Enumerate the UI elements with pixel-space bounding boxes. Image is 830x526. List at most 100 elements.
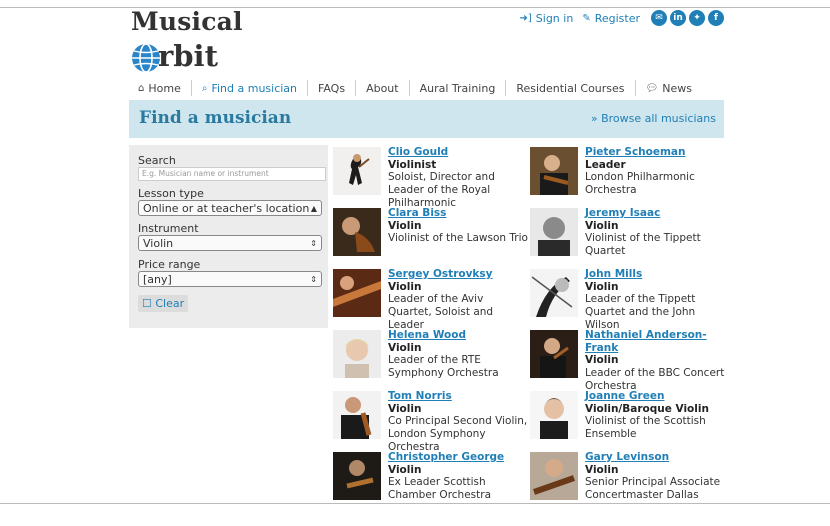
musician-photo[interactable] bbox=[333, 452, 381, 500]
musician-description: Senior Principal Associate Concertmaster… bbox=[585, 476, 721, 502]
main-nav: ⌂ Home ⌕ Find a musician FAQs About Aura… bbox=[138, 79, 702, 97]
linkedin-icon[interactable]: in bbox=[670, 10, 686, 26]
musician-description: Leader of the Aviv Quartet, Soloist and … bbox=[388, 293, 494, 331]
logo-text-line2: rbit bbox=[158, 39, 218, 73]
musician-photo[interactable] bbox=[530, 208, 578, 256]
musician-instrument: Violin bbox=[585, 463, 619, 476]
browse-all-link[interactable]: » Browse all musicians bbox=[591, 112, 716, 125]
musician-card[interactable]: Pieter Schoeman Leader London Philharmon… bbox=[530, 146, 720, 205]
musician-photo[interactable] bbox=[333, 269, 381, 317]
lesson-type-value: Online or at teacher's location bbox=[143, 202, 310, 215]
email-icon[interactable]: ✉ bbox=[651, 10, 667, 26]
sign-in-link[interactable]: Sign in bbox=[536, 12, 574, 25]
musician-photo[interactable] bbox=[333, 330, 381, 378]
nav-item-find-a-musician[interactable]: ⌕ Find a musician bbox=[192, 80, 309, 96]
musician-name-link[interactable]: Gary Levinson bbox=[585, 451, 725, 464]
register-link[interactable]: Register bbox=[595, 12, 640, 25]
musician-card[interactable]: Tom Norris Violin Co Principal Second Vi… bbox=[333, 390, 527, 453]
musician-instrument: Violin bbox=[585, 219, 619, 232]
musician-photo[interactable] bbox=[333, 147, 381, 195]
nav-item-aural-training[interactable]: Aural Training bbox=[410, 80, 507, 96]
select-arrows-icon: ⇕ bbox=[310, 239, 317, 248]
price-range-label: Price range bbox=[138, 258, 201, 271]
musician-card[interactable]: Helena Wood Violin Leader of the RTE Sym… bbox=[333, 329, 523, 388]
comments-icon: 💬︎ bbox=[645, 82, 659, 94]
musician-instrument: Violinist bbox=[388, 158, 437, 171]
musician-name-link[interactable]: Jeremy Isaac bbox=[585, 207, 725, 220]
price-range-value: [any] bbox=[143, 273, 172, 286]
musician-description: Co Principal Second Violin, London Symph… bbox=[388, 415, 528, 453]
price-range-select[interactable]: [any] ⇕ bbox=[138, 271, 322, 287]
nav-label: News bbox=[662, 81, 692, 95]
nav-label: Home bbox=[148, 81, 181, 95]
musician-photo[interactable] bbox=[333, 208, 381, 256]
search-icon: ⌕ bbox=[201, 82, 208, 94]
musician-photo[interactable] bbox=[333, 391, 381, 439]
nav-label: Aural Training bbox=[419, 81, 496, 95]
musician-photo[interactable] bbox=[530, 330, 578, 378]
nav-label: About bbox=[366, 81, 399, 95]
globe-icon bbox=[132, 43, 160, 73]
musician-name-link[interactable]: Christopher George bbox=[388, 451, 528, 464]
musician-description: Ex Leader Scottish Chamber Orchestra bbox=[388, 476, 492, 502]
musician-name-link[interactable]: Clara Biss bbox=[388, 207, 528, 220]
musician-name-link[interactable]: John Mills bbox=[585, 268, 725, 281]
bottom-divider bbox=[0, 503, 830, 504]
twitter-icon[interactable]: ✦ bbox=[689, 10, 705, 26]
nav-item-news[interactable]: 💬︎ News bbox=[636, 80, 702, 96]
musician-card[interactable]: Nathaniel Anderson-Frank Violin Leader o… bbox=[530, 329, 724, 392]
musician-name-link[interactable]: Helena Wood bbox=[388, 329, 528, 342]
musician-name-link[interactable]: Nathaniel Anderson-Frank bbox=[585, 329, 725, 354]
search-label: Search bbox=[138, 154, 176, 167]
musician-description: Violinist of the Tippett Quartet bbox=[585, 232, 701, 258]
instrument-value: Violin bbox=[143, 237, 174, 250]
instrument-select[interactable]: Violin ⇕ bbox=[138, 235, 322, 251]
facebook-icon[interactable]: f bbox=[708, 10, 724, 26]
nav-item-residential-courses[interactable]: Residential Courses bbox=[506, 80, 636, 96]
nav-item-faqs[interactable]: FAQs bbox=[308, 80, 357, 96]
musician-photo[interactable] bbox=[530, 269, 578, 317]
nav-item-about[interactable]: About bbox=[356, 80, 410, 96]
lesson-type-select[interactable]: Online or at teacher's location ▲ bbox=[138, 200, 322, 216]
instrument-label: Instrument bbox=[138, 222, 199, 235]
musician-name-link[interactable]: Joanne Green bbox=[585, 390, 725, 403]
musician-card[interactable]: Joanne Green Violin/Baroque Violin Violi… bbox=[530, 390, 720, 449]
musician-description: Violinist of the Scottish Ensemble bbox=[585, 415, 706, 441]
musician-description: Leader of the RTE Symphony Orchestra bbox=[388, 354, 499, 380]
musician-name-link[interactable]: Tom Norris bbox=[388, 390, 528, 403]
logo-text-line1: Musical bbox=[131, 7, 243, 36]
musician-photo[interactable] bbox=[530, 391, 578, 439]
square-icon: ☐ bbox=[142, 297, 152, 310]
search-input[interactable]: E.g. Musician name or instrument bbox=[138, 167, 326, 181]
musician-instrument: Violin bbox=[388, 341, 422, 354]
musician-description: London Philharmonic Orchestra bbox=[585, 171, 695, 197]
musician-description: Leader of the Tippett Quartet and the Jo… bbox=[585, 293, 696, 331]
page-title: Find a musician bbox=[139, 108, 292, 128]
musician-instrument: Leader bbox=[585, 158, 626, 171]
musician-card[interactable]: Gary Levinson Violin Senior Principal As… bbox=[530, 451, 720, 510]
musician-card[interactable]: Clio Gould Violinist Soloist, Director a… bbox=[333, 146, 523, 209]
musician-name-link[interactable]: Pieter Schoeman bbox=[585, 146, 725, 159]
musician-card[interactable]: Clara Biss Violin Violinist of the Lawso… bbox=[333, 207, 528, 266]
musician-card[interactable]: Sergey Ostrovksy Violin Leader of the Av… bbox=[333, 268, 523, 331]
musician-photo[interactable] bbox=[530, 147, 578, 195]
musician-description: Soloist, Director and Leader of the Roya… bbox=[388, 171, 495, 209]
edit-icon: ✎ bbox=[582, 12, 591, 24]
nav-label: FAQs bbox=[318, 81, 346, 95]
musician-description: Violinist of the Lawson Trio bbox=[388, 232, 528, 245]
clear-button[interactable]: ☐ Clear bbox=[138, 295, 189, 312]
social-links: ✉ in ✦ f bbox=[651, 10, 724, 26]
musician-photo[interactable] bbox=[530, 452, 578, 500]
site-logo[interactable]: Musical rbit bbox=[131, 7, 251, 73]
musician-name-link[interactable]: Clio Gould bbox=[388, 146, 528, 159]
select-arrows-icon: ⇕ bbox=[310, 275, 317, 284]
musician-instrument: Violin bbox=[585, 354, 619, 367]
lesson-type-label: Lesson type bbox=[138, 187, 204, 200]
home-icon: ⌂ bbox=[138, 82, 145, 94]
nav-label: Residential Courses bbox=[516, 81, 625, 95]
musician-name-link[interactable]: Sergey Ostrovksy bbox=[388, 268, 528, 281]
musician-card[interactable]: Jeremy Isaac Violin Violinist of the Tip… bbox=[530, 207, 720, 266]
nav-item-home[interactable]: ⌂ Home bbox=[138, 80, 192, 96]
musician-card[interactable]: John Mills Violin Leader of the Tippett … bbox=[530, 268, 720, 331]
musician-card[interactable]: Christopher George Violin Ex Leader Scot… bbox=[333, 451, 523, 510]
